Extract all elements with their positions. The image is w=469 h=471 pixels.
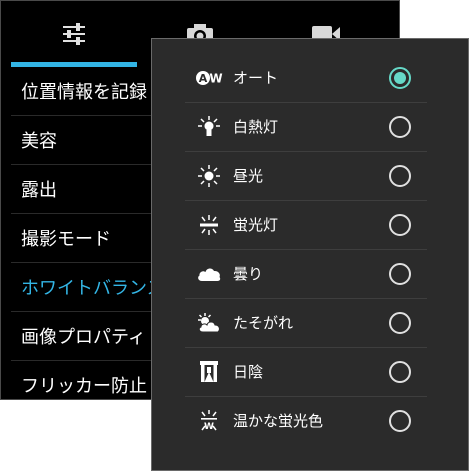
wb-option-label: 蛍光灯 (233, 216, 279, 234)
wb-option-label: オート (233, 69, 279, 87)
setting-item-label: 美容 (21, 131, 57, 152)
daylight-sun-icon (195, 164, 223, 188)
camera-settings-screen: 位置情報を記録 美容 露出 撮影モード ホワイトバランス 画像プロパティ フリッ… (0, 0, 469, 471)
shade-icon (195, 360, 223, 384)
radio-unselected-icon[interactable] (388, 409, 412, 433)
wb-option-label: 曇り (233, 265, 264, 283)
wb-option-twilight[interactable]: たそがれ (185, 299, 427, 348)
radio-unselected-icon[interactable] (388, 262, 412, 286)
wb-option-label: 温かな蛍光色 (233, 412, 324, 430)
radio-unselected-icon[interactable] (388, 164, 412, 188)
tab-general-settings[interactable] (11, 1, 137, 67)
radio-unselected-icon[interactable] (388, 115, 412, 139)
wb-option-daylight[interactable]: 昼光 (185, 152, 427, 201)
radio-unselected-icon[interactable] (388, 213, 412, 237)
warm-fluorescent-icon-letter: W (204, 422, 214, 432)
auto-wb-icon-letter: A (199, 72, 208, 85)
auto-wb-icon-letter: W (209, 72, 222, 86)
warm-fluorescent-icon: W (195, 409, 223, 433)
auto-wb-icon: A W (195, 66, 223, 90)
setting-item-label: 位置情報を記録 (21, 82, 147, 103)
setting-item-label: ホワイトバランス (21, 278, 165, 299)
wb-option-fluorescent[interactable]: 蛍光灯 (185, 201, 427, 250)
wb-option-label: 昼光 (233, 167, 264, 185)
wb-option-cloudy[interactable]: 曇り (185, 250, 427, 299)
white-balance-popup: A W オート 白熱灯 昼光 蛍光灯 曇り たそがれ 日陰 W 温かな蛍光色 (151, 38, 469, 471)
cloudy-icon (195, 262, 223, 286)
wb-option-auto[interactable]: A W オート (185, 54, 427, 103)
radio-unselected-icon[interactable] (388, 360, 412, 384)
wb-option-warm-fluorescent[interactable]: W 温かな蛍光色 (185, 397, 427, 446)
twilight-icon (195, 311, 223, 335)
radio-selected-icon[interactable] (388, 66, 412, 90)
setting-item-label: 撮影モード (21, 229, 111, 250)
wb-option-shade[interactable]: 日陰 (185, 348, 427, 397)
wb-option-label: 白熱灯 (233, 118, 279, 136)
setting-item-label: フリッカー防止 (21, 376, 147, 397)
incandescent-icon (195, 115, 223, 139)
sliders-icon (63, 23, 85, 45)
setting-item-label: 画像プロパティ (21, 327, 146, 348)
fluorescent-icon (195, 213, 223, 237)
radio-unselected-icon[interactable] (388, 311, 412, 335)
setting-item-label: 露出 (21, 180, 57, 201)
wb-option-incandescent[interactable]: 白熱灯 (185, 103, 427, 152)
wb-option-label: 日陰 (233, 363, 264, 381)
wb-option-label: たそがれ (233, 314, 294, 332)
